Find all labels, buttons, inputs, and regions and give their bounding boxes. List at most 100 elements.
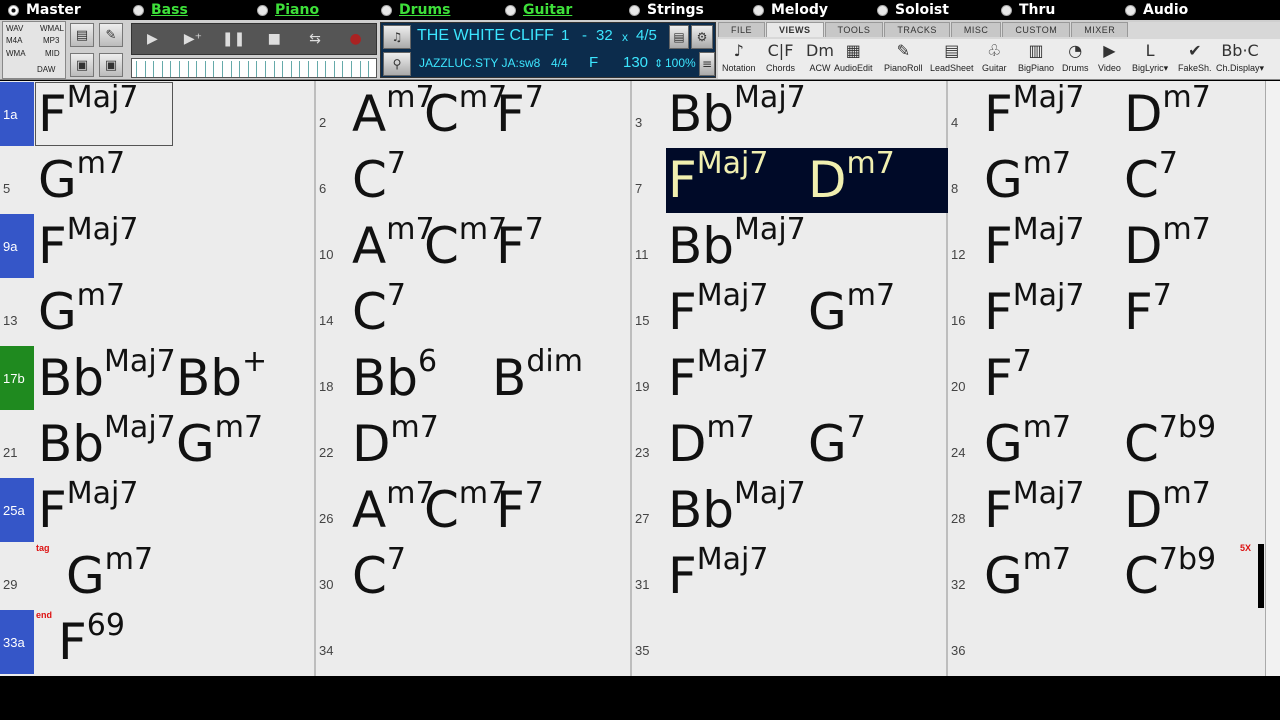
chord[interactable]: Gm7	[38, 149, 125, 206]
view-button-notation[interactable]: ♪ Notation	[722, 39, 756, 79]
chord[interactable]: Cm7	[424, 479, 507, 536]
m4a-label[interactable]: M4A	[6, 36, 22, 45]
loop-icon[interactable]: ⇆	[300, 27, 330, 51]
section-marker[interactable]: 25a	[0, 478, 34, 542]
song-title[interactable]: THE WHITE CLIFF	[417, 27, 554, 45]
chord[interactable]: BbMaj7	[38, 413, 176, 470]
chord[interactable]: F7	[496, 479, 544, 536]
record-icon[interactable]: ●	[341, 27, 371, 51]
mp3-label[interactable]: MP3	[43, 36, 59, 45]
tempo-stepper-icon[interactable]: ⇕	[654, 57, 663, 70]
chord[interactable]: Am7	[352, 83, 435, 140]
chord[interactable]: BbMaj7	[668, 215, 806, 272]
view-button-acw[interactable]: Dm ACW	[806, 39, 834, 79]
chord[interactable]: Bb+	[176, 347, 267, 404]
chord[interactable]: Gm7	[984, 413, 1071, 470]
section-marker[interactable]: 1a	[0, 82, 34, 146]
chord[interactable]: BbMaj7	[38, 347, 176, 404]
track-radio-icon[interactable]	[505, 4, 516, 16]
play-from-icon[interactable]: ▶⁺	[178, 27, 208, 51]
chord[interactable]: FMaj7	[668, 545, 768, 602]
open-icon[interactable]: ▤	[70, 23, 94, 47]
chord[interactable]: C7	[352, 281, 406, 338]
tab-tools[interactable]: TOOLS	[824, 22, 884, 37]
pause-icon[interactable]: ❚❚	[219, 27, 249, 51]
track-soloist[interactable]: Soloist	[877, 2, 949, 18]
view-button-pianoroll[interactable]: ✎ PianoRoll	[884, 39, 923, 79]
track-thru[interactable]: Thru	[1001, 2, 1055, 18]
view-button-video[interactable]: ▶ Video	[1098, 39, 1121, 79]
chord[interactable]: Dm7	[1124, 215, 1211, 272]
repeats[interactable]: 4/5	[636, 27, 657, 44]
tab-file[interactable]: FILE	[718, 22, 766, 37]
chord[interactable]: FMaj7	[668, 347, 768, 404]
save-icon[interactable]: ▣	[70, 53, 94, 77]
track-radio-icon[interactable]	[629, 4, 640, 16]
scroll-thumb[interactable]	[1258, 544, 1264, 608]
stop-icon[interactable]: ■	[259, 27, 289, 51]
chord[interactable]: FMaj7	[38, 215, 138, 272]
chord[interactable]: Gm7	[66, 545, 153, 602]
chord[interactable]: Dm7	[352, 413, 439, 470]
chord[interactable]: Dm7	[1124, 479, 1211, 536]
song-timeline[interactable]	[131, 58, 377, 78]
style-search-icon[interactable]: ⚲	[383, 52, 411, 76]
daw-label[interactable]: DAW	[37, 65, 55, 74]
tempo[interactable]: 130	[623, 54, 648, 71]
key[interactable]: F	[589, 54, 598, 71]
view-button-chdisplay[interactable]: Bb·C Ch.Display▾	[1216, 39, 1264, 79]
chord[interactable]: C7	[1124, 149, 1178, 206]
chord[interactable]: FMaj7	[984, 281, 1084, 338]
track-radio-icon[interactable]	[1125, 4, 1136, 16]
view-button-guitar[interactable]: ♧ Guitar	[982, 39, 1007, 79]
chord[interactable]: Am7	[352, 215, 435, 272]
track-radio-icon[interactable]	[753, 4, 764, 16]
view-button-leadsheet[interactable]: ▤ LeadSheet	[930, 39, 974, 79]
track-bass[interactable]: Bass	[133, 2, 188, 18]
chord[interactable]: F7	[496, 215, 544, 272]
track-radio-icon[interactable]	[257, 4, 268, 16]
chord[interactable]: C7	[352, 149, 406, 206]
chord[interactable]: F7	[1124, 281, 1172, 338]
chord[interactable]: FMaj7	[984, 215, 1084, 272]
chord[interactable]: F7	[496, 83, 544, 140]
vertical-scrollbar[interactable]	[1265, 81, 1280, 676]
chord[interactable]: Gm7	[984, 545, 1071, 602]
volume-menu-icon[interactable]: ≡	[699, 52, 715, 76]
chord[interactable]: Bb6	[352, 347, 437, 404]
chord[interactable]: C7b9	[1124, 545, 1216, 602]
chord[interactable]: Gm7	[984, 149, 1071, 206]
track-guitar[interactable]: Guitar	[505, 2, 572, 18]
chord[interactable]: BbMaj7	[668, 83, 806, 140]
track-strings[interactable]: Strings	[629, 2, 704, 18]
tab-custom[interactable]: CUSTOM	[1002, 22, 1071, 37]
chord[interactable]: FMaj7	[984, 83, 1084, 140]
chord[interactable]: Cm7	[424, 83, 507, 140]
chord[interactable]: FMaj7	[668, 149, 768, 206]
track-radio-icon[interactable]	[8, 4, 19, 16]
chord[interactable]: Gm7	[38, 281, 125, 338]
chord[interactable]: FMaj7	[984, 479, 1084, 536]
time-signature[interactable]: 4/4	[551, 56, 568, 70]
chord[interactable]: C7b9	[1124, 413, 1216, 470]
play-icon[interactable]: ▶	[137, 27, 167, 51]
chord[interactable]: Gm7	[176, 413, 263, 470]
chord[interactable]: Cm7	[424, 215, 507, 272]
view-button-fakesh[interactable]: ✔ FakeSh.	[1178, 39, 1212, 79]
track-radio-icon[interactable]	[1001, 4, 1012, 16]
memo-icon[interactable]: ▤	[669, 25, 689, 49]
chord[interactable]: BbMaj7	[668, 479, 806, 536]
chord[interactable]: G7	[808, 413, 866, 470]
chord[interactable]: F69	[58, 611, 125, 668]
edit-icon[interactable]: ✎	[99, 23, 123, 47]
section-marker[interactable]: 17b	[0, 346, 34, 410]
track-master[interactable]: Master	[8, 2, 81, 18]
track-melody[interactable]: Melody	[753, 2, 828, 18]
volume[interactable]: 100%	[665, 56, 696, 70]
track-audio[interactable]: Audio	[1125, 2, 1188, 18]
view-button-chords[interactable]: C|F Chords	[766, 39, 795, 79]
save-as-icon[interactable]: ▣	[99, 53, 123, 77]
section-marker[interactable]: 9a	[0, 214, 34, 278]
song-menu-icon[interactable]: ♫	[383, 25, 411, 49]
chord[interactable]: F7	[984, 347, 1032, 404]
